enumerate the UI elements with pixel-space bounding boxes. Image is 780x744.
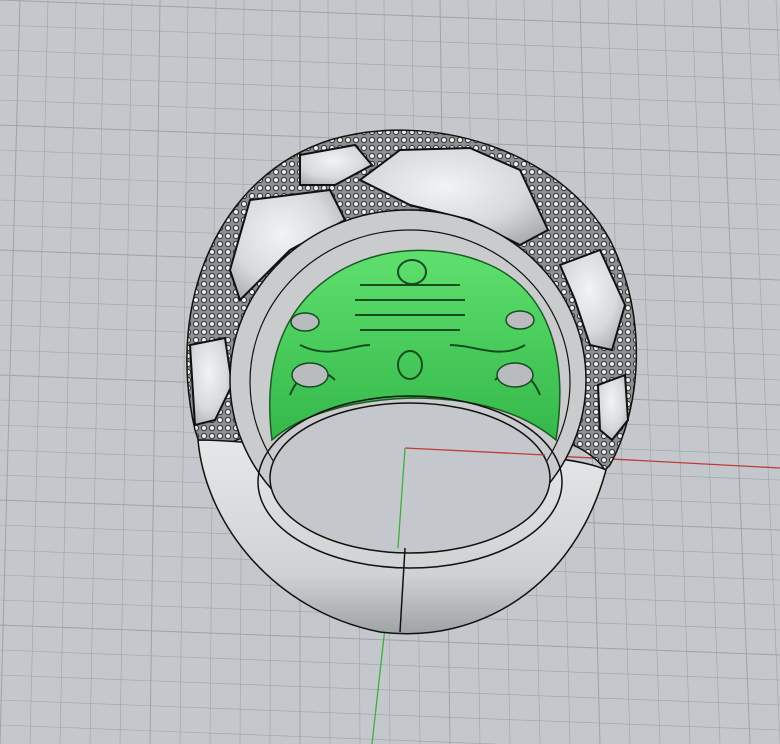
grid-line (0, 99, 780, 131)
grid-line (635, 0, 661, 744)
grid-line (775, 0, 780, 95)
grid-line (29, 0, 49, 744)
grid-line (59, 0, 77, 744)
grid-line (89, 0, 105, 744)
ring-model[interactable] (186, 129, 638, 635)
grid-line (0, 74, 780, 106)
perspective-viewport[interactable] (0, 0, 780, 744)
viewport-canvas[interactable] (0, 0, 780, 744)
grid-line (747, 0, 780, 744)
grid-line (719, 0, 751, 744)
finger-opening (269, 402, 551, 554)
grid-line (663, 0, 691, 744)
grid-line (0, 649, 780, 681)
grid-line (119, 0, 133, 744)
grid-line (0, 0, 780, 31)
grid-line (0, 49, 780, 81)
grid-line (149, 0, 161, 744)
grid-line (0, 0, 21, 744)
grid-line (0, 674, 780, 706)
grid-line (691, 0, 721, 744)
grid-line (0, 24, 780, 56)
